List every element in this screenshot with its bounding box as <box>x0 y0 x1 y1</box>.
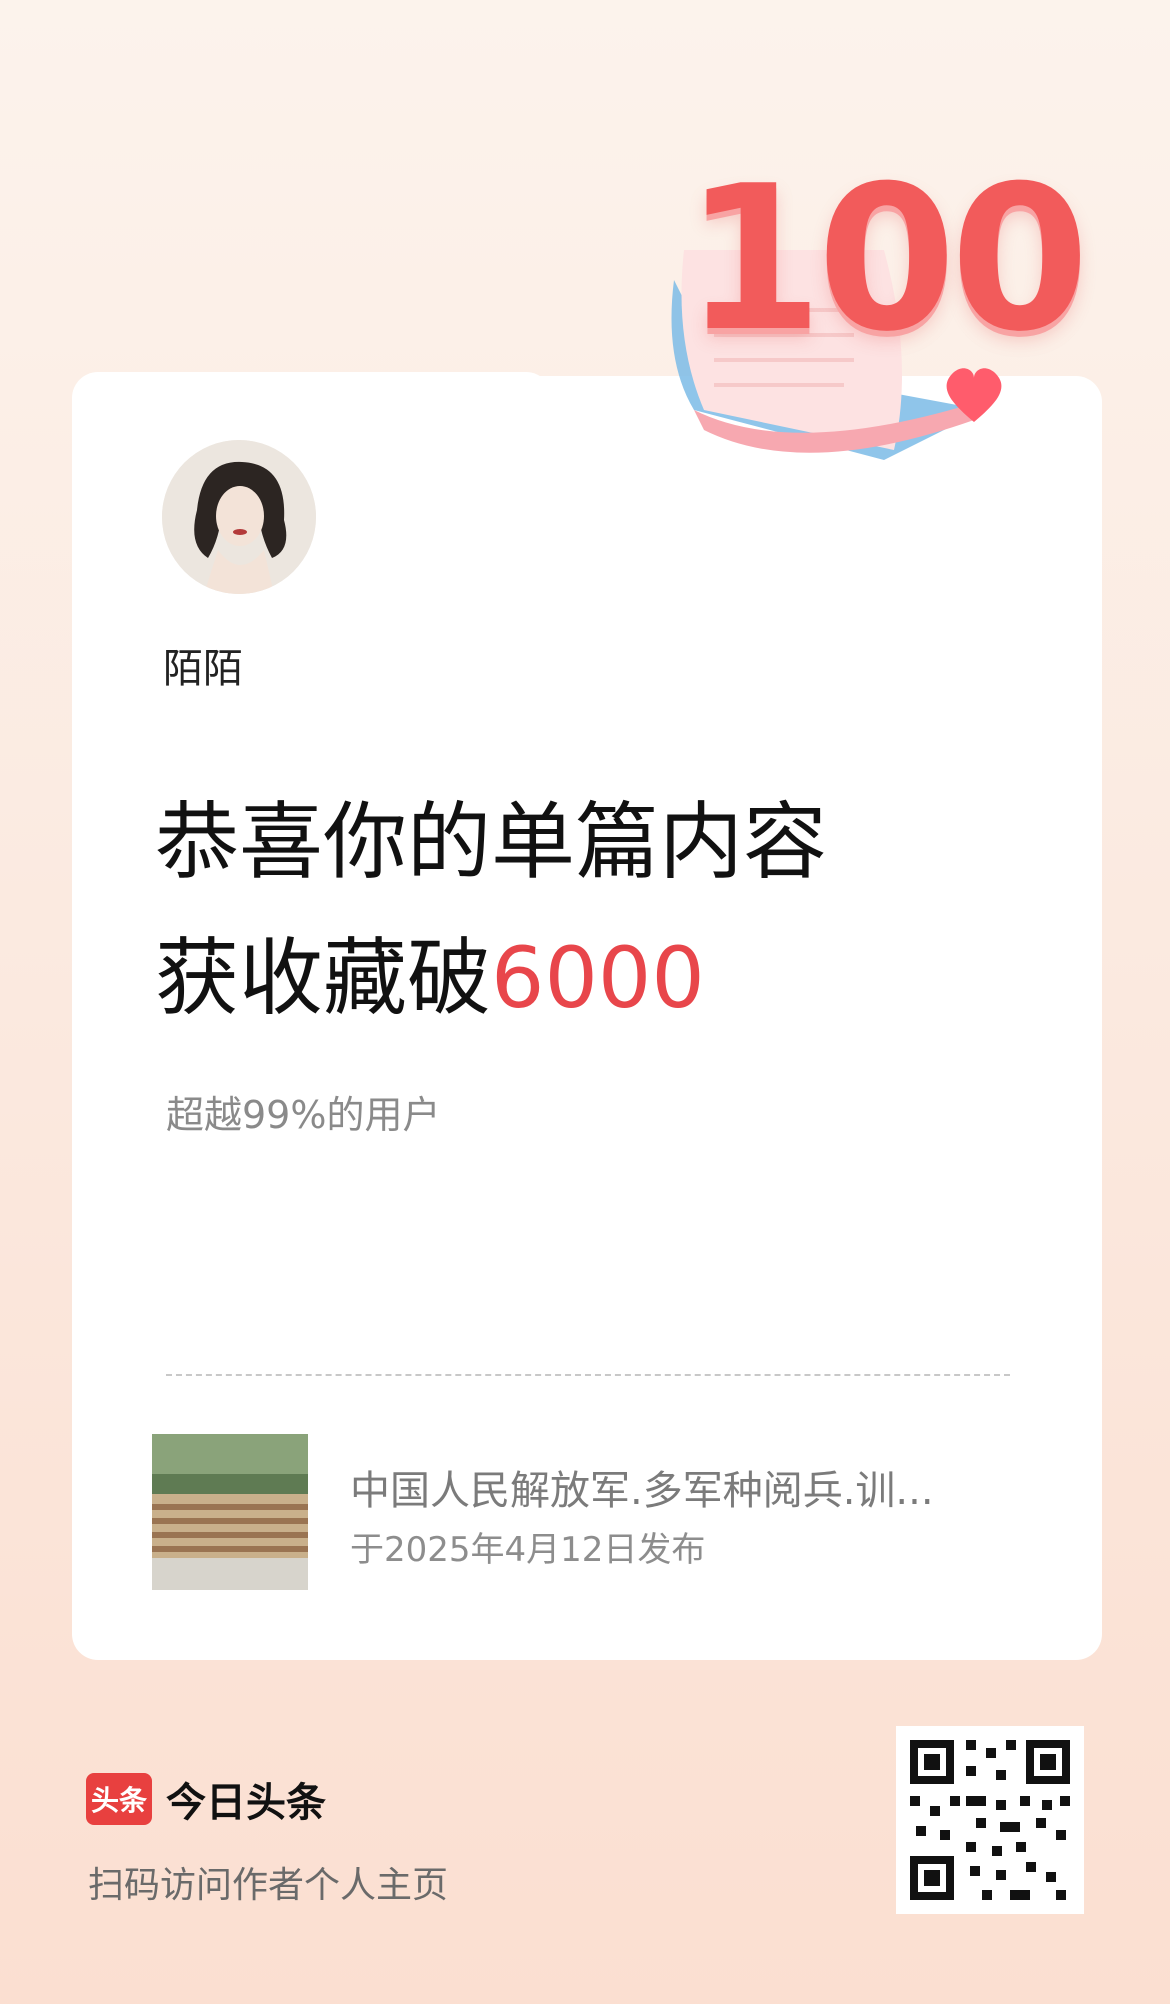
avatar[interactable] <box>162 440 316 594</box>
hundred-badge: 100 <box>654 160 1089 480</box>
qr-code[interactable] <box>896 1726 1084 1914</box>
username: 陌陌 <box>163 646 243 692</box>
brand: 头条 今日头条 <box>86 1770 326 1828</box>
article-date: 于2025年4月12日发布 <box>350 1530 706 1570</box>
headline-line-1: 恭喜你的单篇内容 <box>155 793 828 891</box>
dashed-divider <box>166 1374 1010 1376</box>
article-thumbnail[interactable] <box>152 1434 308 1590</box>
headline-line-2: 获收藏破6000 <box>155 936 705 1020</box>
rank-subtext: 超越99%的用户 <box>166 1093 441 1137</box>
headline-count: 6000 <box>491 929 705 1027</box>
brand-name: 今日头条 <box>166 1780 326 1826</box>
toutiao-logo-icon: 头条 <box>86 1773 152 1825</box>
headline-prefix: 获收藏破 <box>155 929 492 1027</box>
scan-instruction: 扫码访问作者个人主页 <box>88 1865 449 1906</box>
article-title[interactable]: 中国人民解放军.多军种阅兵.训... <box>350 1458 934 1516</box>
badge-number: 100 <box>684 143 1089 376</box>
